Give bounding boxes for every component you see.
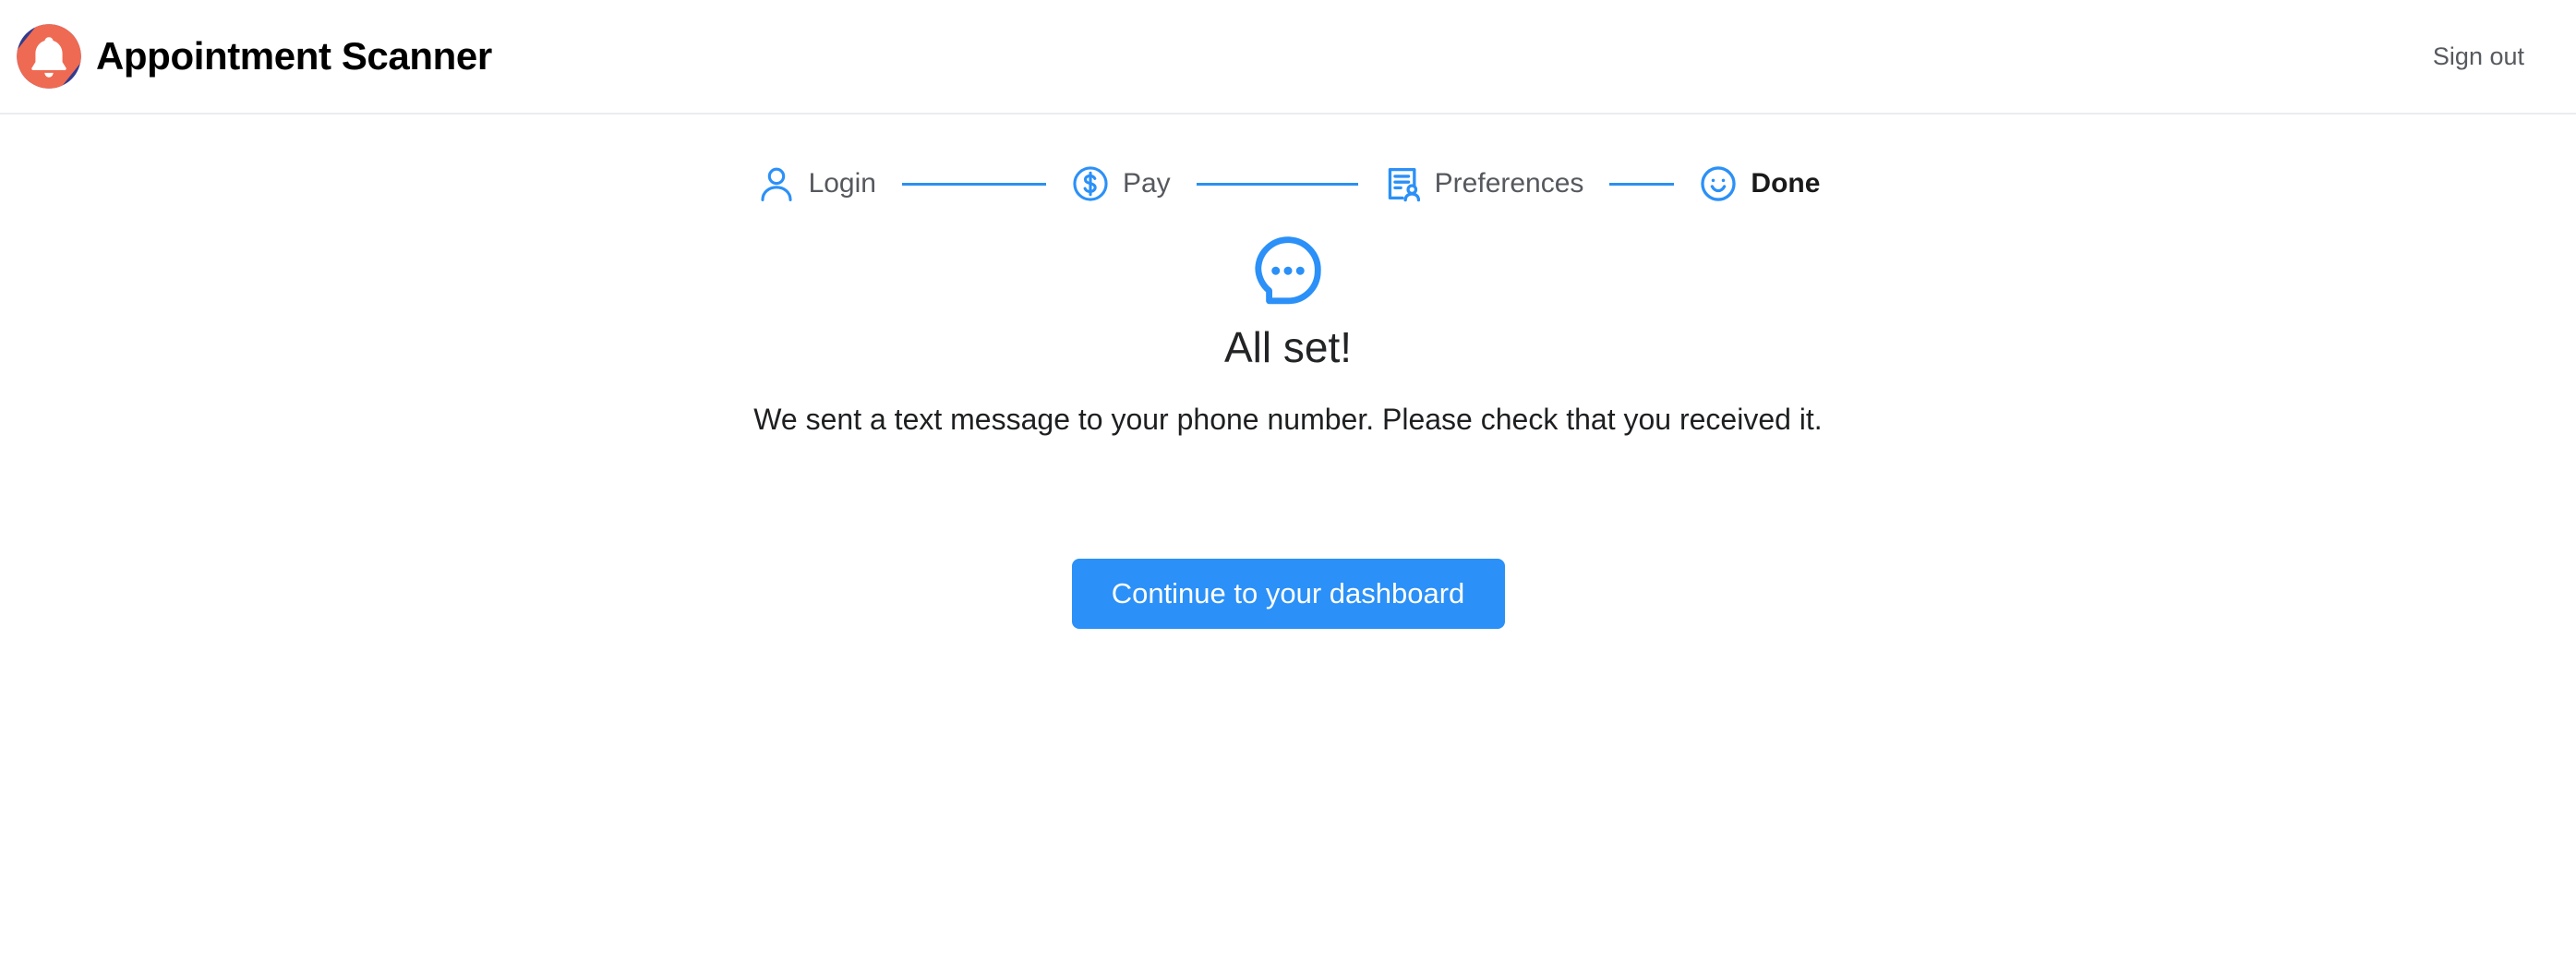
continue-to-dashboard-button[interactable]: Continue to your dashboard (1071, 559, 1505, 630)
step-connector-2 (1196, 182, 1358, 186)
sign-out-link[interactable]: Sign out (2433, 42, 2535, 71)
dollar-circle-icon (1070, 163, 1111, 204)
smiley-circle-icon (1698, 163, 1739, 204)
step-connector-3 (1609, 182, 1675, 186)
step-preferences[interactable]: Preferences (1382, 163, 1584, 204)
step-connector-1 (901, 182, 1046, 186)
document-person-icon (1382, 163, 1423, 204)
brand: Appointment Scanner (15, 22, 492, 90)
step-login[interactable]: Login (756, 163, 876, 204)
page-title: All set! (1223, 323, 1353, 371)
step-pay[interactable]: Pay (1070, 163, 1171, 204)
onboarding-stepper: Login Pay Preferences Done (0, 163, 2576, 204)
brand-name: Appointment Scanner (96, 34, 492, 78)
step-label-pay: Pay (1122, 168, 1171, 199)
step-label-login: Login (808, 168, 876, 199)
main-content: All set! We sent a text message to your … (0, 204, 2576, 630)
status-message: We sent a text message to your phone num… (753, 402, 1823, 436)
bell-logo-icon (15, 22, 83, 90)
step-done[interactable]: Done (1698, 163, 1820, 204)
person-icon (756, 163, 797, 204)
step-label-preferences: Preferences (1434, 168, 1584, 199)
step-label-done: Done (1751, 168, 1821, 199)
chat-bubble-dots-icon (1248, 233, 1328, 312)
status-icon-wrap (0, 233, 2576, 312)
app-header: Appointment Scanner Sign out (0, 0, 2576, 115)
cta-wrap: Continue to your dashboard (0, 559, 2576, 630)
